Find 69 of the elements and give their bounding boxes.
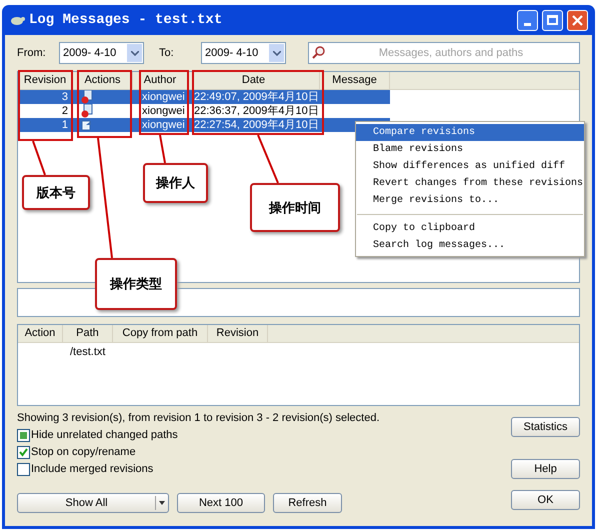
modified-file-icon [81,90,93,104]
side-button[interactable]: Statistics [511,417,580,437]
file-icon [81,120,92,130]
from-date-picker[interactable]: 2009- 4-10 [59,42,144,64]
revision-cell-text: 1 [60,118,69,132]
column-header[interactable]: Author [133,72,188,89]
callout-label: 操作类型 [95,258,177,310]
side-button[interactable]: Help [511,459,580,479]
highlight-frame [139,70,189,135]
window-title: Log Messages - test.txt [29,10,222,30]
from-label: From: [17,46,47,61]
menu-item[interactable]: Blame revisions [356,141,584,158]
menu-item[interactable]: Copy to clipboard [356,220,584,237]
path-cell: /test.txt [70,345,106,359]
column-header[interactable]: Copy from path [113,325,208,342]
column-header[interactable]: Revision [18,72,73,89]
date-cell-text: 22:49:07, 2009年4月10日 [193,90,320,104]
checkbox[interactable] [17,463,30,476]
leader-line [159,135,166,163]
maximize-button[interactable] [542,10,563,30]
checkbox-label: Include merged revisions [31,462,154,478]
highlight-frame [18,70,73,141]
author-cell-text: xiongwei [141,90,186,104]
column-header[interactable]: Actions [73,72,133,89]
leader-line [257,135,279,183]
callout-label: 操作时间 [250,183,340,232]
revision-cell-text: 3 [60,90,69,104]
menu-item[interactable]: Show differences as unified diff [356,158,584,175]
leader-line [32,141,46,175]
author-cell-text: xiongwei [141,104,186,118]
show-all-button[interactable]: Show All [17,493,169,513]
revision-cell-text: 2 [60,104,69,118]
search-input[interactable]: Messages, authors and paths [326,44,576,62]
to-label: To: [158,46,175,61]
status-text: Showing 3 revision(s), from revision 1 to revision 3 - 2 revision(s) selected. [17,411,381,426]
dropdown-icon [127,44,142,62]
to-date-picker[interactable]: 2009- 4-10 [201,42,286,64]
close-button[interactable] [567,10,588,30]
column-header[interactable]: Date [188,72,320,89]
callout-label: 操作人 [143,163,208,203]
checkbox[interactable] [17,446,30,459]
column-header[interactable]: Action [18,325,63,342]
checkbox-label: Stop on copy/rename [31,445,136,460]
refresh-button[interactable]: Refresh [273,493,342,513]
close-icon [572,14,583,26]
log-row[interactable]: 2 xiongwei 22:36:37, 2009年4月10日 [18,104,390,118]
date-cell-text: 22:27:54, 2009年4月10日 [193,118,320,132]
column-header[interactable]: Revision [208,325,268,342]
checkbox[interactable] [17,429,30,442]
callout-label: 版本号 [22,175,90,210]
column-header[interactable]: Message [320,72,390,89]
search-icon [312,46,326,60]
menu-item[interactable]: Search log messages... [356,237,584,254]
search-field[interactable]: Messages, authors and paths [308,42,580,64]
ok-button[interactable]: OK [511,490,580,510]
menu-item[interactable]: Revert changes from these revisions [356,175,584,192]
dropdown-icon [269,44,284,62]
column-header[interactable]: Path [63,325,113,342]
checkbox-label: Hide unrelated changed paths [31,428,178,444]
menu-item[interactable]: Merge revisions to... [356,192,584,209]
date-cell-text: 22:36:37, 2009年4月10日 [193,104,320,118]
highlight-frame [77,70,132,138]
log-row[interactable]: 3 xiongwei 22:49:07, 2009年4月10日 [18,90,390,104]
menu-item[interactable]: Compare revisions [356,124,584,141]
next-100-button[interactable]: Next 100 [177,493,265,513]
author-cell-text: xiongwei [141,118,186,132]
dropdown-icon [155,496,168,510]
minimize-button[interactable] [517,10,538,30]
modified-file-icon [81,104,93,118]
